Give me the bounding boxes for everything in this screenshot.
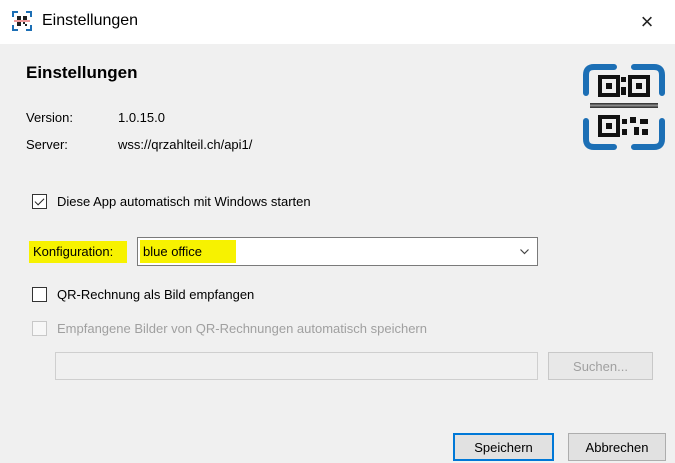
configuration-label: Konfiguration: xyxy=(33,244,114,259)
chevron-down-icon xyxy=(520,249,529,255)
cancel-button[interactable]: Abbrechen xyxy=(568,433,666,461)
auto-save-checkbox[interactable] xyxy=(32,321,47,336)
page-title: Einstellungen xyxy=(26,63,138,82)
browse-button[interactable]: Suchen... xyxy=(548,352,653,380)
save-path-input[interactable] xyxy=(55,352,538,380)
window-title: Einstellungen xyxy=(42,12,139,29)
qr-logo-icon xyxy=(583,64,665,150)
autostart-label[interactable]: Diese App automatisch mit Windows starte… xyxy=(57,194,311,209)
server-label: Server: xyxy=(26,137,68,152)
title-bar: Einstellungen × xyxy=(0,0,675,44)
save-button[interactable]: Speichern xyxy=(453,433,554,461)
close-icon: × xyxy=(640,9,654,34)
qr-scan-icon xyxy=(12,11,32,31)
settings-window: Einstellungen × Einstellungen Version: 1… xyxy=(0,0,675,463)
configuration-select[interactable]: blue office xyxy=(137,237,538,266)
version-label: Version: xyxy=(26,110,73,125)
close-button[interactable]: × xyxy=(625,4,669,40)
configuration-selected-value: blue office xyxy=(143,244,203,259)
qr-image-label[interactable]: QR-Rechnung als Bild empfangen xyxy=(57,287,254,302)
server-value: wss://qrzahlteil.ch/api1/ xyxy=(118,137,253,152)
qr-image-checkbox[interactable] xyxy=(32,287,47,302)
autostart-checkbox[interactable] xyxy=(32,194,47,209)
version-value: 1.0.15.0 xyxy=(118,110,165,125)
auto-save-label[interactable]: Empfangene Bilder von QR-Rechnungen auto… xyxy=(57,321,427,336)
